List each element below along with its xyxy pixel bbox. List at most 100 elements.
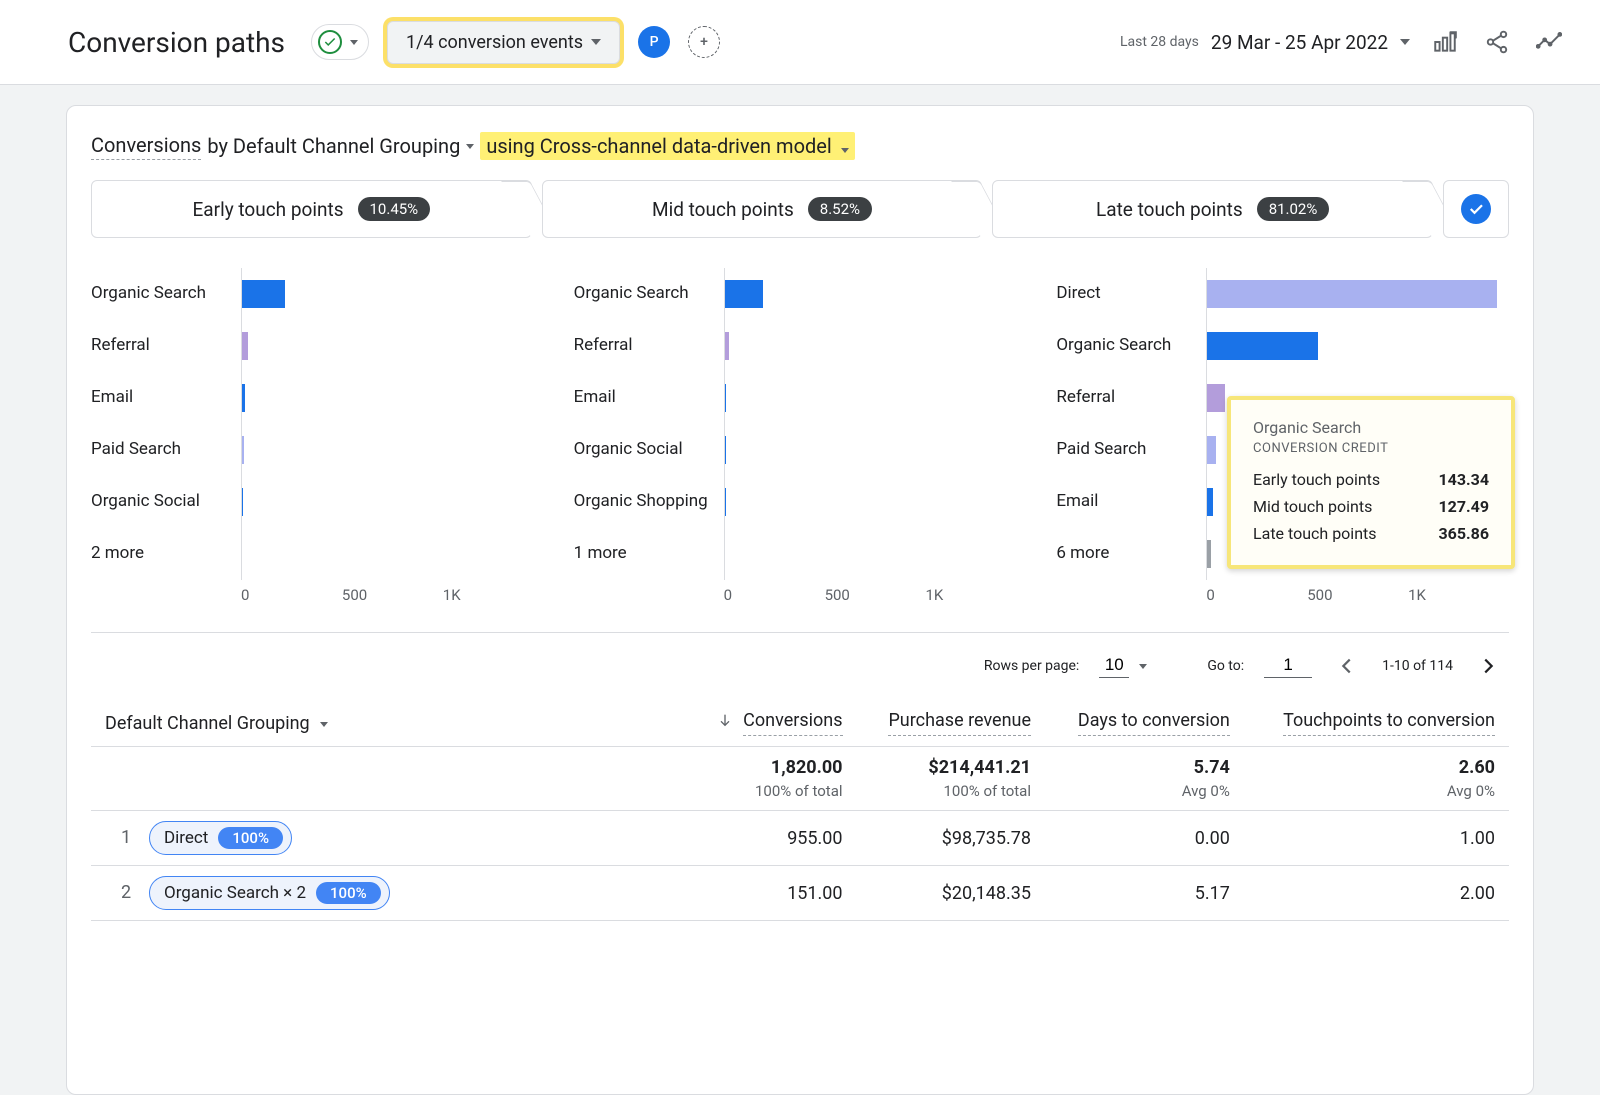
check-circle-icon <box>1461 194 1491 224</box>
bar <box>242 436 244 464</box>
bar <box>242 488 243 516</box>
arrow-down-icon <box>717 711 733 735</box>
table-row[interactable]: 2Organic Search × 2100%151.00$20,148.355… <box>91 866 1509 921</box>
bar-row[interactable]: Organic Search <box>91 268 544 320</box>
bar <box>725 488 726 516</box>
bar-label: Email <box>1056 492 1206 512</box>
dim-cell: 2Organic Search × 2100% <box>91 866 687 921</box>
bar-area <box>241 528 544 580</box>
bar-label: 1 more <box>574 544 724 564</box>
customize-report-icon[interactable] <box>1428 25 1462 59</box>
bar-area <box>241 476 544 528</box>
col-conversions[interactable]: Conversions <box>687 699 857 747</box>
chevron-down-icon <box>320 722 328 727</box>
tooltip-row: Early touch points143.34 <box>1253 466 1489 493</box>
goto-label: Go to: <box>1207 658 1244 674</box>
attribution-model-selector[interactable]: using Cross-channel data-driven model <box>480 132 854 160</box>
dim-cell: 1Direct100% <box>91 811 687 866</box>
bar-label: Paid Search <box>91 440 241 460</box>
bar-label: Organic Search <box>91 284 241 304</box>
insights-icon[interactable] <box>1532 25 1566 59</box>
goto-input[interactable] <box>1264 654 1312 678</box>
bar-area <box>724 372 1027 424</box>
segment-badge-p[interactable]: P <box>638 26 670 58</box>
bar-row[interactable]: Email <box>574 372 1027 424</box>
table-row[interactable]: 1Direct100%955.00$98,735.780.001.00 <box>91 811 1509 866</box>
tab-late-touch[interactable]: Late touch points 81.02% <box>992 180 1433 238</box>
card-title-by[interactable]: by Default Channel Grouping <box>207 134 460 158</box>
conversion-events-selector[interactable]: 1/4 conversion events <box>387 21 620 64</box>
bar-label: Email <box>574 388 724 408</box>
col-days[interactable]: Days to conversion <box>1045 699 1244 747</box>
status-pill[interactable] <box>311 24 369 60</box>
bar-area <box>241 372 544 424</box>
bar-area <box>241 268 544 320</box>
card-title-metric[interactable]: Conversions <box>91 133 201 160</box>
bar-label: Organic Search <box>1056 336 1206 356</box>
plus-icon: + <box>700 34 708 50</box>
rows-per-page-select[interactable] <box>1099 654 1129 678</box>
bar <box>1207 332 1317 360</box>
bar-area <box>241 424 544 476</box>
add-segment-button[interactable]: + <box>688 26 720 58</box>
value-cell: 955.00 <box>687 811 857 866</box>
bar-area <box>724 268 1027 320</box>
tab-mid-touch[interactable]: Mid touch points 8.52% <box>542 180 983 238</box>
path-pill[interactable]: Direct100% <box>149 821 292 855</box>
totals-cell: 5.74Avg 0% <box>1045 747 1244 811</box>
bar-cluster: Organic SearchReferral Email Organic Socia… <box>574 268 1027 604</box>
card-title: Conversions by Default Channel Grouping … <box>91 132 1509 160</box>
touchpoint-tabs: Early touch points 10.45% Mid touch poin… <box>91 180 1509 238</box>
date-range-value: 29 Mar - 25 Apr 2022 <box>1211 31 1388 54</box>
col-touchpoints[interactable]: Touchpoints to conversion <box>1244 699 1509 747</box>
bar-row[interactable]: Referral <box>574 320 1027 372</box>
prev-page-button[interactable] <box>1332 651 1362 681</box>
col-revenue[interactable]: Purchase revenue <box>857 699 1045 747</box>
rows-per-page-label: Rows per page: <box>984 658 1079 674</box>
bar-chart-clusters: Organic SearchReferralEmailPaid SearchOr… <box>91 268 1509 633</box>
chevron-down-icon <box>591 39 601 45</box>
totals-cell: 1,820.00100% of total <box>687 747 857 811</box>
bar-row[interactable]: Organic Search <box>1056 320 1509 372</box>
bar <box>242 280 285 308</box>
axis-tick: 1K <box>925 586 1026 604</box>
check-circle-icon <box>318 30 342 54</box>
bar <box>1207 384 1225 412</box>
share-icon[interactable] <box>1480 25 1514 59</box>
bar-row[interactable]: Organic Search <box>574 268 1027 320</box>
bar <box>725 280 763 308</box>
bar-label: 6 more <box>1056 544 1206 564</box>
axis-tick: 1K <box>443 586 544 604</box>
axis: 05001K <box>574 586 1027 604</box>
path-pill[interactable]: Organic Search × 2100% <box>149 876 390 910</box>
bar-area <box>724 528 1027 580</box>
page-range: 1-10 of 114 <box>1382 658 1453 674</box>
bar-row[interactable]: 2 more <box>91 528 544 580</box>
bar-row[interactable]: Organic Shopping <box>574 476 1027 528</box>
bar-label: Referral <box>1056 388 1206 408</box>
bar-label: Referral <box>91 336 241 356</box>
dimension-header[interactable]: Default Channel Grouping <box>105 712 328 736</box>
tab-early-touch[interactable]: Early touch points 10.45% <box>91 180 532 238</box>
bar-row[interactable]: Referral <box>91 320 544 372</box>
bar-row[interactable]: Direct <box>1056 268 1509 320</box>
totals-cell: 2.60Avg 0% <box>1244 747 1509 811</box>
bar <box>1207 436 1216 464</box>
chevron-down-icon <box>1139 664 1147 669</box>
tab-conversion[interactable] <box>1443 180 1509 238</box>
bar-label: Organic Shopping <box>574 492 724 512</box>
bar-area <box>724 476 1027 528</box>
bar <box>1207 280 1497 308</box>
axis-tick: 0 <box>241 586 342 604</box>
bar-row[interactable]: Email <box>91 372 544 424</box>
bar-row[interactable]: Organic Social <box>574 424 1027 476</box>
bar-row[interactable]: 1 more <box>574 528 1027 580</box>
page-title: Conversion paths <box>68 26 285 59</box>
chevron-down-icon <box>466 144 474 149</box>
next-page-button[interactable] <box>1473 651 1503 681</box>
bar-row[interactable]: Paid Search <box>91 424 544 476</box>
date-range-control[interactable]: Last 28 days 29 Mar - 25 Apr 2022 <box>1120 31 1410 54</box>
bar <box>242 384 245 412</box>
totals-cell: $214,441.21100% of total <box>857 747 1045 811</box>
bar-row[interactable]: Organic Social <box>91 476 544 528</box>
